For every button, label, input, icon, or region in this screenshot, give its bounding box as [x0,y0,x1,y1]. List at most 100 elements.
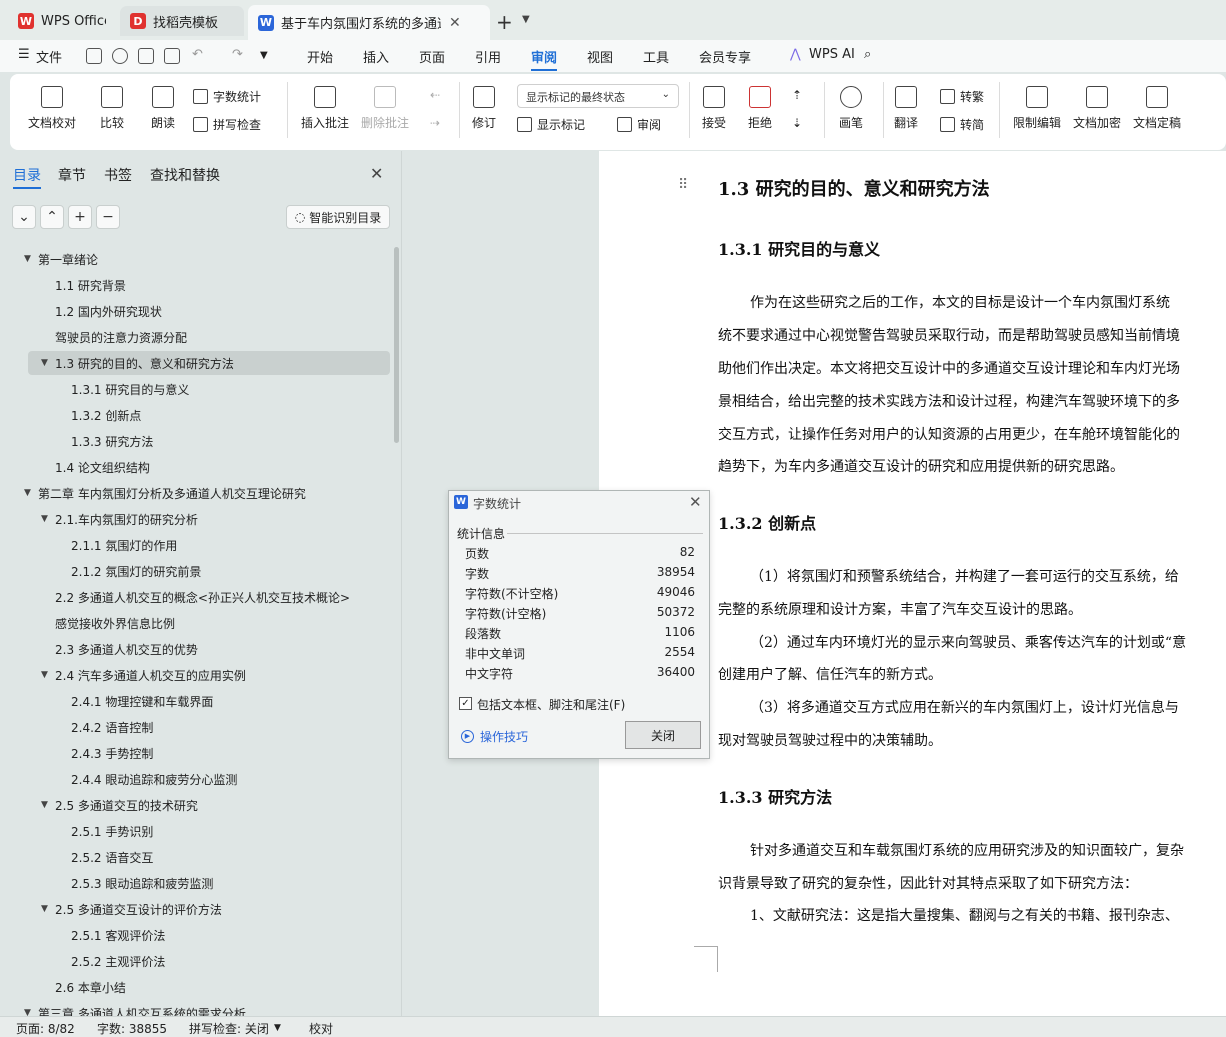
toc-item[interactable]: 2.4.3 手势控制 [57,741,153,765]
search-icon[interactable]: ⌕ [864,47,871,62]
pen-button[interactable]: 画笔 [839,86,863,131]
menu-file[interactable]: 文件 [36,47,62,66]
toc-item[interactable]: 2.5.1 客观评价法 [57,923,165,947]
toc-item[interactable]: 2.1.2 氛围灯的研究前景 [57,559,201,583]
new-tab-icon[interactable]: + [496,10,513,34]
menu-member[interactable]: 会员专享 [699,47,751,66]
hamburger-icon[interactable]: ☰ [18,47,30,62]
nav-tab-bookmarks[interactable]: 书签 [104,165,132,185]
toc-item[interactable]: 2.6 本章小结 [41,975,126,999]
scrollbar[interactable] [394,247,399,443]
prev-change-icon[interactable]: ⇡ [792,88,802,102]
markup-mode-select[interactable]: 显示标记的最终状态 ⌄ [517,84,679,108]
review-pane-button[interactable]: 审阅 [617,116,661,133]
expand-arrow-icon[interactable]: ▼ [41,670,55,680]
to-traditional-button[interactable]: 转繁 [940,88,984,105]
close-icon[interactable]: ✕ [689,493,702,511]
next-comment-icon[interactable]: ⇢ [430,116,440,130]
toc-item[interactable]: 2.4.4 眼动追踪和疲劳分心监测 [57,767,237,791]
finalize-button[interactable]: 文档定稿 [1133,86,1181,131]
tips-link[interactable]: ▶ 操作技巧 [461,728,528,745]
toc-item[interactable]: 2.3 多通道人机交互的优势 [41,637,198,661]
tab-current-document[interactable]: W 基于车内氛围灯系统的多通道人机交互设计研究 ✕ [248,5,490,40]
chevron-down-icon[interactable]: ▼ [522,14,530,25]
remove-heading-icon[interactable]: − [96,205,120,229]
drag-handle-icon[interactable]: ⠿ [678,177,688,193]
toc-item[interactable]: ▼ 2.1.车内氛围灯的研究分析 [41,507,198,531]
wps-ai-icon[interactable]: ⋀ [790,47,801,62]
nav-tab-find-replace[interactable]: 查找和替换 [150,165,220,185]
expand-arrow-icon[interactable]: ▼ [41,514,55,524]
close-button[interactable]: 关闭 [625,721,701,749]
to-simplified-button[interactable]: 转简 [940,116,984,133]
redo-icon[interactable]: ↷ [232,47,243,62]
toc-item[interactable]: 2.5.1 手势识别 [57,819,153,843]
checkbox-label[interactable]: 包括文本框、脚注和尾注(F) [477,696,625,713]
reject-button[interactable]: 拒绝 [748,86,772,131]
delete-comment-button[interactable]: 删除批注 [361,86,409,131]
proofread-indicator[interactable]: 校对 [309,1020,333,1037]
toc-item[interactable]: ▼ 2.5 多通道交互设计的评价方法 [41,897,222,921]
toc-item[interactable]: 1.3.2 创新点 [57,403,141,427]
tab-wps-office[interactable]: W WPS Office [8,6,116,36]
toc-item[interactable]: 1.4 论文组织结构 [41,455,150,479]
encrypt-button[interactable]: 文档加密 [1073,86,1121,131]
spell-check-button[interactable]: 拼写检查 [193,116,261,133]
menu-review[interactable]: 审阅 [531,47,557,66]
more-quick-icon[interactable]: ▼ [260,50,268,61]
tab-template[interactable]: D 找稻壳模板 [120,6,244,36]
menu-references[interactable]: 引用 [475,47,501,66]
undo-icon[interactable]: ↶ [192,47,203,62]
page-indicator[interactable]: 页面: 8/82 [16,1020,75,1037]
toc-item[interactable]: 1.1 研究背景 [41,273,126,297]
close-icon[interactable]: ✕ [370,164,383,183]
expand-arrow-icon[interactable]: ▼ [24,488,38,498]
toc-item[interactable]: 2.2 多通道人机交互的概念<孙正兴人机交互技术概论> [41,585,350,609]
print-preview-icon[interactable] [164,48,180,64]
insert-comment-button[interactable]: 插入批注 [301,86,349,131]
include-textbox-checkbox[interactable]: ✓ [459,697,472,710]
translate-button[interactable]: 翻译 [894,86,918,131]
menu-view[interactable]: 视图 [587,47,613,66]
share-icon[interactable] [112,48,128,64]
word-count-indicator[interactable]: 字数: 38855 [97,1020,167,1037]
menu-wps-ai[interactable]: WPS AI [809,47,855,62]
read-aloud-button[interactable]: 朗读 [151,86,175,131]
next-change-icon[interactable]: ⇣ [792,116,802,130]
toc-item[interactable]: ▼ 2.5 多通道交互的技术研究 [41,793,198,817]
word-count-button[interactable]: 字数统计 [193,88,261,105]
print-icon[interactable] [138,48,154,64]
toc-item[interactable]: ▼ 1.3 研究的目的、意义和研究方法 [28,351,390,375]
toc-item[interactable]: 2.4.2 语音控制 [57,715,153,739]
restrict-editing-button[interactable]: 限制编辑 [1013,86,1061,131]
menu-page[interactable]: 页面 [419,47,445,66]
nav-tab-chapters[interactable]: 章节 [58,165,86,185]
save-icon[interactable] [86,48,102,64]
spell-check-indicator[interactable]: 拼写检查: 关闭 [189,1020,269,1037]
toc-item[interactable]: 2.4.1 物理控键和车载界面 [57,689,213,713]
close-tab-icon[interactable]: ✕ [449,15,461,31]
toc-item[interactable]: ▼ 2.4 汽车多通道人机交互的应用实例 [41,663,246,687]
toc-item[interactable]: 2.5.3 眼动追踪和疲劳监测 [57,871,213,895]
toc-item[interactable]: 1.3.3 研究方法 [57,429,153,453]
toc-item[interactable]: 2.1.1 氛围灯的作用 [57,533,177,557]
smart-toc-button[interactable]: ◌ 智能识别目录 [286,205,390,229]
toc-item[interactable]: 2.5.2 主观评价法 [57,949,165,973]
proofread-button[interactable]: 文档校对 [28,86,76,131]
collapse-icon[interactable]: ⌄ [12,205,36,229]
accept-button[interactable]: 接受 [702,86,726,131]
expand-arrow-icon[interactable]: ▼ [41,358,55,368]
toc-item[interactable]: 1.3.1 研究目的与意义 [57,377,189,401]
expand-icon[interactable]: ⌃ [40,205,64,229]
expand-arrow-icon[interactable]: ▼ [41,904,55,914]
compare-button[interactable]: 比较 [100,86,124,131]
show-markup-button[interactable]: 显示标记 [517,116,585,133]
menu-home[interactable]: 开始 [307,47,333,66]
toc-item[interactable]: ▼ 第二章 车内氛围灯分析及多通道人机交互理论研究 [24,481,306,505]
track-changes-button[interactable]: 修订 [472,86,496,131]
menu-insert[interactable]: 插入 [363,47,389,66]
expand-arrow-icon[interactable]: ▼ [24,254,38,264]
add-heading-icon[interactable]: + [68,205,92,229]
chevron-down-icon[interactable]: ▼ [274,1023,281,1033]
toc-item[interactable]: 感觉接收外界信息比例 [41,611,175,635]
